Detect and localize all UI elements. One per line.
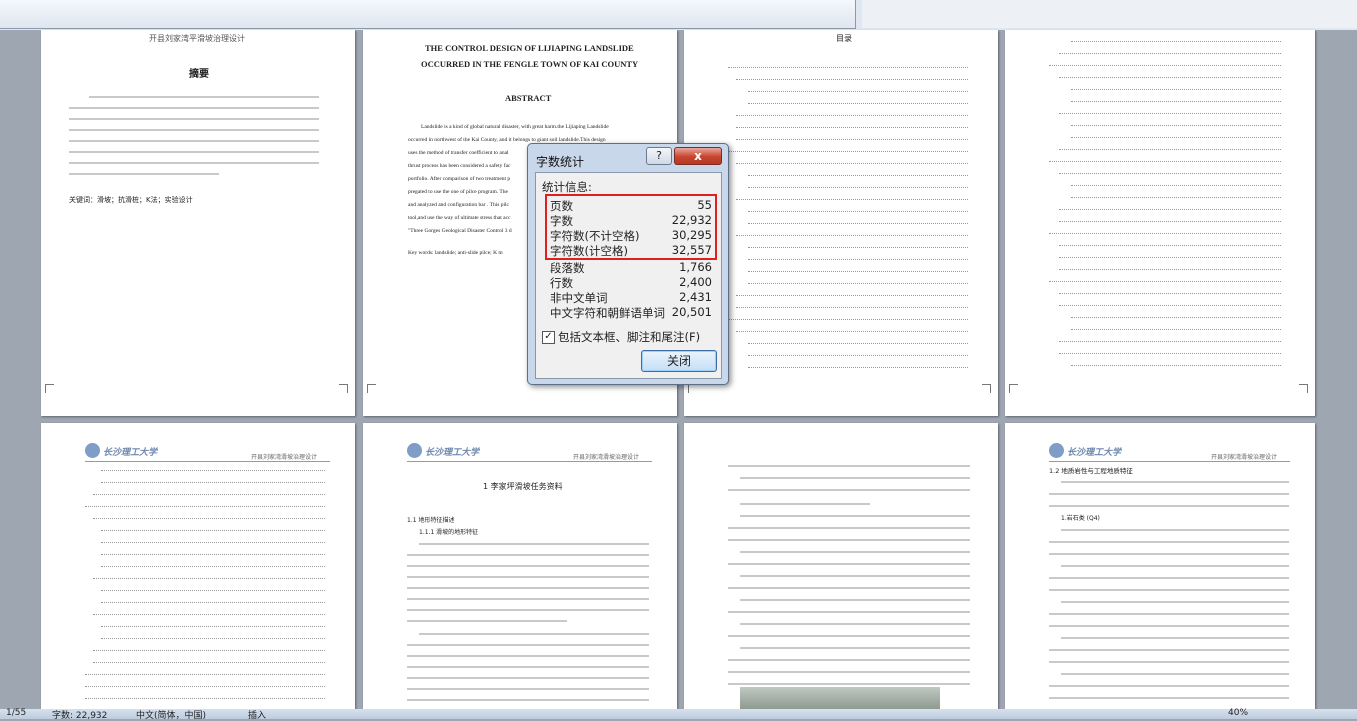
word-count-dialog[interactable]: 字数统计 ? x 统计信息: 页数 55 字数 22,932 字符数(不计空格)… [527,143,729,385]
status-page[interactable]: 1/55 [6,708,26,718]
english-title-line1: THE CONTROL DESIGN OF LIJIAPING LANDSLID… [425,43,634,53]
abstract-line-8: tool,and use the way of ultimate stress … [408,215,511,221]
stat-words: 字数 22,932 [550,213,712,228]
stat-label: 行数 [550,276,573,290]
university-name: 长沙理工大学 [425,448,480,458]
stat-non-chinese-words: 非中文单词 2,431 [550,290,712,305]
landslide-photo [740,687,940,709]
abstract-line-4: thrust process has been considered a saf… [408,163,511,169]
stat-pages: 页数 55 [550,198,712,213]
running-header: 开县刘家湾滑坡治理设计 [251,454,318,461]
dialog-title: 字数统计 [536,155,585,169]
running-header: 开县刘家湾滑坡治理设计 [573,454,640,461]
include-textboxes-checkbox[interactable]: ✓ [542,331,555,344]
stat-label: 中文字符和朝鲜语单词 [550,306,665,320]
stat-label: 非中文单词 [550,291,608,305]
help-button[interactable]: ? [646,147,672,165]
university-logo-icon [85,443,100,458]
ribbon-panel-right [862,0,1357,28]
document-page-5[interactable]: 长沙理工大学 开县刘家湾滑坡治理设计 [41,423,355,709]
stat-value: 22,932 [671,213,712,227]
stat-label: 字符数(计空格) [550,244,628,258]
stat-value: 32,557 [671,243,712,257]
university-name: 长沙理工大学 [103,448,158,458]
stat-chars-no-spaces: 字符数(不计空格) 30,295 [550,228,712,243]
abstract-heading: ABSTRACT [505,93,552,103]
status-zoom[interactable]: 40% [1228,708,1248,718]
stat-value: 20,501 [671,305,712,319]
statistics-label: 统计信息: [542,180,592,194]
stat-paragraphs: 段落数 1,766 [550,260,712,275]
stat-value: 2,431 [679,290,712,304]
stat-label: 段落数 [550,261,585,275]
document-page-6[interactable]: 长沙理工大学 开县刘家湾滑坡治理设计 1 李家坪滑坡任务资料 1.1 地形特征描… [363,423,677,709]
toc-title: 目录 [836,34,852,43]
university-name: 长沙理工大学 [1067,448,1122,458]
stat-chars-with-spaces: 字符数(计空格) 32,557 [550,243,712,258]
ribbon-panel [0,0,856,29]
section-heading: 1.1 地形特征描述 [407,517,455,524]
word-ribbon-area [0,0,1357,30]
abstract-title: 摘要 [189,69,209,80]
stat-label: 字数 [550,214,573,228]
chapter-title: 1 李家坪滑坡任务资料 [483,482,563,491]
status-language[interactable]: 中文(简体，中国) [136,708,206,721]
running-header: 开县刘家湾滑坡治理设计 [1211,454,1278,461]
stat-label: 字符数(不计空格) [550,229,640,243]
document-page-4[interactable] [1005,30,1315,416]
keywords: 关键词：滑坡；抗滑桩；K法；实验设计 [69,196,193,204]
subheading: 1.岩石类 (Q4) [1061,515,1100,522]
status-words[interactable]: 字数: 22,932 [52,708,107,721]
stat-lines: 行数 2,400 [550,275,712,290]
university-logo-icon [1049,443,1064,458]
abstract-line-1: Landslide is a kind of global natural di… [421,124,609,130]
close-x-button[interactable]: x [674,147,722,165]
stat-value: 2,400 [679,275,712,289]
document-page-1[interactable]: 开县刘家湾平滑坡治理设计 摘要 关键词：滑坡；抗滑桩；K法；实验设计 [41,30,355,416]
university-logo-icon [407,443,422,458]
abstract-line-6: pregated to use the one of pilce program… [408,189,508,195]
english-title-line2: OCCURRED IN THE FENGLE TOWN OF KAI COUNT… [421,59,639,69]
abstract-line-9: "Three Gorges Geological Disaster Contro… [408,228,512,234]
stat-value: 30,295 [671,228,712,242]
stat-value: 1,766 [679,260,712,274]
page-header: 开县刘家湾平滑坡治理设计 [149,34,245,43]
english-keywords: Key words: landslide; anti-slide pilce; … [408,250,503,256]
stat-label: 页数 [550,199,573,213]
document-page-8[interactable]: 长沙理工大学 开县刘家湾滑坡治理设计 1.2 地质岩性与工程地质特征 1.岩石类… [1005,423,1315,709]
document-page-3[interactable]: 目录 [684,30,998,416]
include-textboxes-label[interactable]: 包括文本框、脚注和尾注(F) [558,329,700,345]
dialog-body: 统计信息: 页数 55 字数 22,932 字符数(不计空格) 30,295 字… [535,172,722,379]
status-bar: 1/55 字数: 22,932 中文(简体，中国) 插入 40% [0,708,1357,721]
abstract-line-7: and analyzed and configuration bar . Thi… [408,202,510,208]
section-heading: 1.2 地质岩性与工程地质特征 [1049,467,1133,475]
close-button[interactable]: 关闭 [641,350,717,372]
abstract-line-5: portfolio. After comparison of two treat… [408,176,511,182]
document-page-7[interactable] [684,423,998,709]
abstract-line-3: uses the method of transfer coefficient … [408,150,509,156]
status-mode[interactable]: 插入 [248,708,266,721]
stat-value: 55 [697,198,712,212]
stat-chinese-chars: 中文字符和朝鲜语单词 20,501 [550,305,712,320]
subsection-heading: 1.1.1 滑坡的地形特征 [419,529,479,536]
